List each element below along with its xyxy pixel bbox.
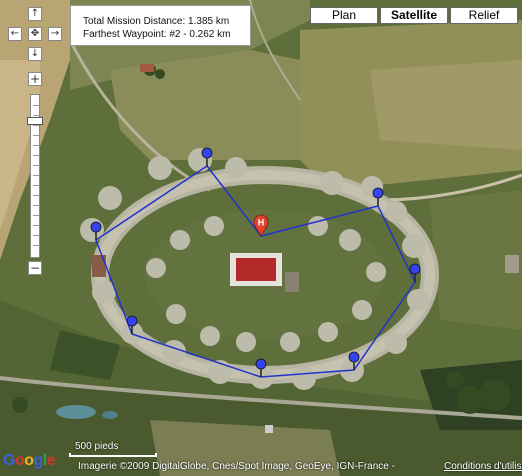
map-type-relief-button[interactable]: Relief: [450, 7, 518, 24]
pan-left-button[interactable]: ←: [8, 27, 22, 41]
terms-of-use-link[interactable]: Conditions d'utilisation: [444, 461, 522, 472]
farthest-waypoint-text: Farthest Waypoint: #2 - 0.262 km: [83, 29, 231, 40]
zoom-out-button[interactable]: −: [28, 261, 42, 275]
mission-info-box: Total Mission Distance: 1.385 km Farthes…: [70, 5, 251, 46]
copyright-text: Imagerie ©2009 DigitalGlobe, Cnes/Spot I…: [78, 461, 395, 472]
map-type-selector: Plan Satellite Relief: [310, 7, 520, 24]
scale-bar: [69, 453, 157, 457]
google-logo[interactable]: Google: [3, 452, 56, 470]
zoom-in-button[interactable]: +: [28, 72, 42, 86]
zoom-slider-handle[interactable]: [27, 117, 43, 125]
satellite-map[interactable]: [0, 0, 522, 476]
pan-up-button[interactable]: ↑: [28, 7, 42, 21]
pan-right-button[interactable]: →: [48, 27, 62, 41]
total-distance-text: Total Mission Distance: 1.385 km: [83, 16, 230, 27]
pan-down-button[interactable]: ↓: [28, 47, 42, 61]
scale-label: 500 pieds: [75, 441, 119, 452]
map-type-satellite-button[interactable]: Satellite: [380, 7, 448, 24]
pan-center-button[interactable]: ✥: [28, 27, 42, 41]
map-type-plan-button[interactable]: Plan: [310, 7, 378, 24]
